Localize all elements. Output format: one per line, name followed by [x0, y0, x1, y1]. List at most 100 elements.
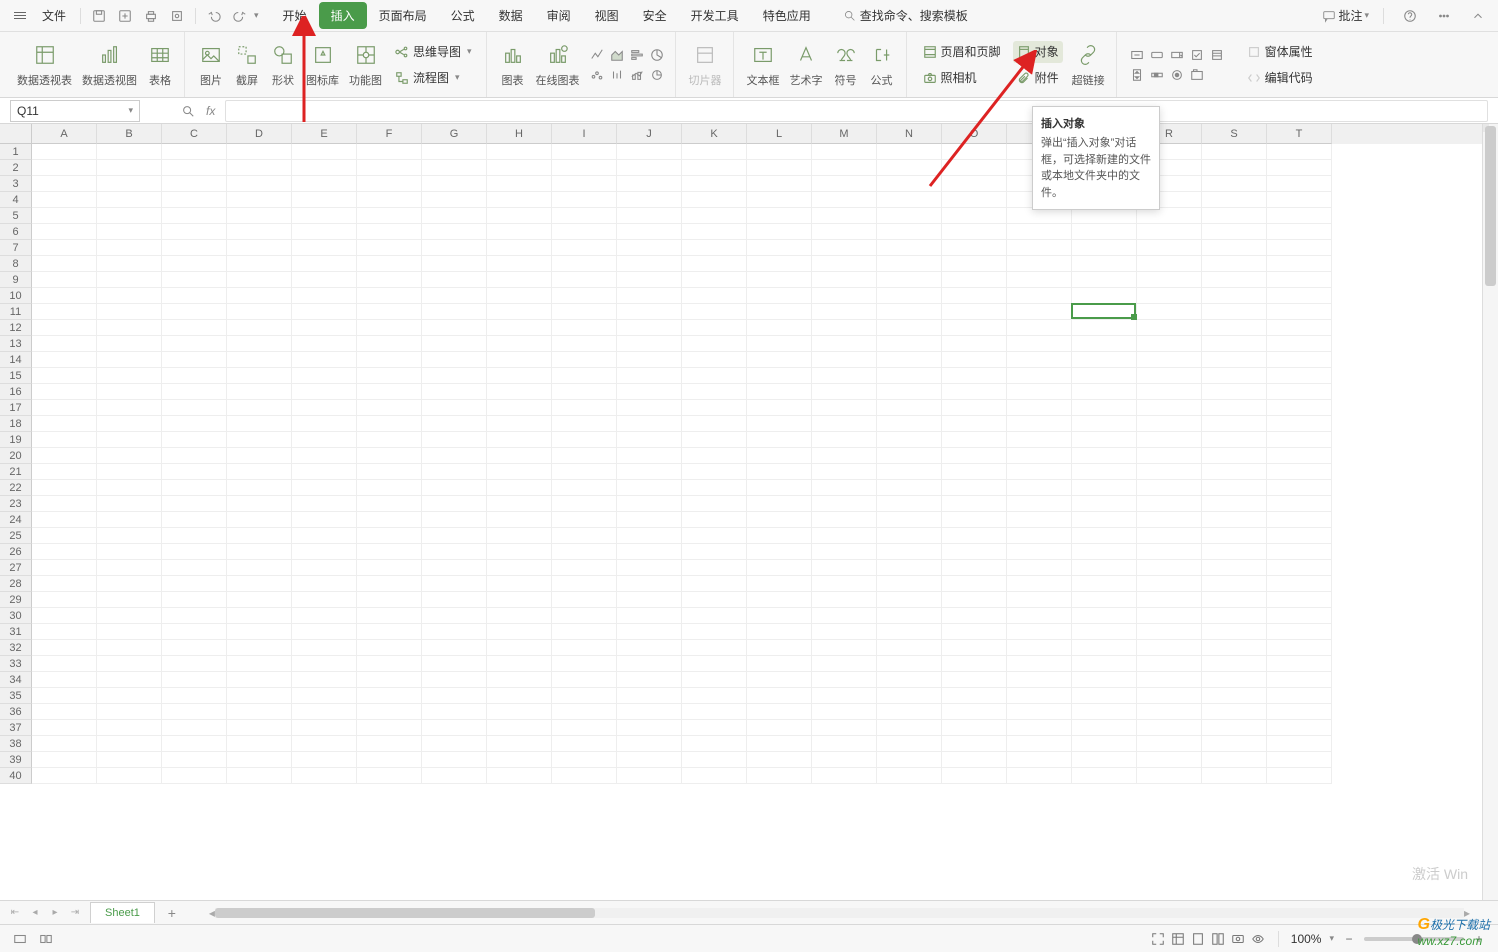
- row-header[interactable]: 35: [0, 688, 32, 704]
- column-header[interactable]: J: [617, 124, 682, 144]
- eye-view-icon[interactable]: [1250, 931, 1266, 947]
- table-button[interactable]: 表格: [142, 37, 178, 93]
- scatter-chart-icon[interactable]: [589, 67, 605, 83]
- save-as-icon[interactable]: [113, 4, 137, 28]
- row-header[interactable]: 14: [0, 352, 32, 368]
- row-header[interactable]: 28: [0, 576, 32, 592]
- bar-chart-icon[interactable]: [629, 47, 645, 63]
- print-icon[interactable]: [139, 4, 163, 28]
- row-header[interactable]: 23: [0, 496, 32, 512]
- row-header[interactable]: 27: [0, 560, 32, 576]
- status-icon-2[interactable]: [38, 931, 54, 947]
- page-break-view-icon[interactable]: [1210, 931, 1226, 947]
- sheet-last-icon[interactable]: ⇥: [68, 906, 82, 920]
- vertical-scrollbar[interactable]: [1482, 124, 1498, 924]
- column-header[interactable]: I: [552, 124, 617, 144]
- row-header[interactable]: 8: [0, 256, 32, 272]
- row-header[interactable]: 29: [0, 592, 32, 608]
- header-footer-button[interactable]: 页眉和页脚: [919, 41, 1005, 63]
- row-header[interactable]: 19: [0, 432, 32, 448]
- row-header[interactable]: 39: [0, 752, 32, 768]
- more-icon[interactable]: [1432, 4, 1456, 28]
- fx-icon[interactable]: fx: [206, 104, 215, 118]
- tab-start[interactable]: 开始: [271, 2, 319, 29]
- row-header[interactable]: 24: [0, 512, 32, 528]
- row-header[interactable]: 9: [0, 272, 32, 288]
- row-header[interactable]: 13: [0, 336, 32, 352]
- row-header[interactable]: 36: [0, 704, 32, 720]
- row-header[interactable]: 2: [0, 160, 32, 176]
- form-combo-icon[interactable]: [1169, 47, 1185, 63]
- zoom-level[interactable]: 100%: [1291, 932, 1322, 946]
- save-icon[interactable]: [87, 4, 111, 28]
- online-chart-button[interactable]: 在线图表: [531, 37, 585, 93]
- row-header[interactable]: 34: [0, 672, 32, 688]
- column-header[interactable]: L: [747, 124, 812, 144]
- combo-chart-icon[interactable]: [629, 67, 645, 83]
- column-header[interactable]: N: [877, 124, 942, 144]
- more-charts-icon[interactable]: [649, 67, 665, 83]
- redo-icon[interactable]: [228, 4, 252, 28]
- column-header[interactable]: B: [97, 124, 162, 144]
- column-header[interactable]: A: [32, 124, 97, 144]
- row-header[interactable]: 22: [0, 480, 32, 496]
- row-header[interactable]: 15: [0, 368, 32, 384]
- wordart-button[interactable]: 艺术字: [785, 37, 828, 93]
- tab-view[interactable]: 视图: [583, 2, 631, 29]
- tab-special[interactable]: 特色应用: [751, 2, 823, 29]
- row-header[interactable]: 30: [0, 608, 32, 624]
- tab-formula[interactable]: 公式: [439, 2, 487, 29]
- screenshot-button[interactable]: 截屏: [229, 37, 265, 93]
- flowchart-button[interactable]: 流程图▾: [391, 67, 476, 89]
- shapes-button[interactable]: 形状: [265, 37, 301, 93]
- row-headers[interactable]: 1234567891011121314151617181920212223242…: [0, 144, 32, 784]
- symbol-button[interactable]: 符号: [828, 37, 864, 93]
- icon-library-button[interactable]: 图标库: [301, 37, 344, 93]
- form-label-icon[interactable]: [1129, 47, 1145, 63]
- column-header[interactable]: F: [357, 124, 422, 144]
- cells-area[interactable]: [32, 144, 1482, 924]
- column-header[interactable]: O: [942, 124, 1007, 144]
- row-header[interactable]: 6: [0, 224, 32, 240]
- tab-page-layout[interactable]: 页面布局: [367, 2, 439, 29]
- line-chart-icon[interactable]: [589, 47, 605, 63]
- row-header[interactable]: 40: [0, 768, 32, 784]
- add-sheet-button[interactable]: +: [163, 904, 181, 922]
- row-header[interactable]: 4: [0, 192, 32, 208]
- column-header[interactable]: H: [487, 124, 552, 144]
- row-header[interactable]: 18: [0, 416, 32, 432]
- row-header[interactable]: 38: [0, 736, 32, 752]
- row-header[interactable]: 5: [0, 208, 32, 224]
- attachment-button[interactable]: 附件: [1013, 67, 1063, 89]
- undo-icon[interactable]: [202, 4, 226, 28]
- column-header[interactable]: C: [162, 124, 227, 144]
- form-list-icon[interactable]: [1209, 47, 1225, 63]
- zoom-fx-icon[interactable]: [180, 103, 196, 119]
- column-header[interactable]: D: [227, 124, 292, 144]
- column-header[interactable]: E: [292, 124, 357, 144]
- pivot-chart-button[interactable]: 数据透视图: [77, 37, 142, 93]
- search-input[interactable]: 查找命令、搜索模板: [843, 7, 968, 24]
- row-header[interactable]: 10: [0, 288, 32, 304]
- select-all-corner[interactable]: [0, 124, 32, 144]
- file-menu[interactable]: 文件: [34, 3, 74, 28]
- object-button[interactable]: 对象: [1013, 41, 1063, 63]
- qat-dropdown[interactable]: ▾: [254, 10, 259, 21]
- row-header[interactable]: 21: [0, 464, 32, 480]
- row-header[interactable]: 20: [0, 448, 32, 464]
- sheet-tab-active[interactable]: Sheet1: [90, 902, 155, 923]
- help-icon[interactable]: [1398, 4, 1422, 28]
- column-header[interactable]: S: [1202, 124, 1267, 144]
- reading-view-icon[interactable]: [1230, 931, 1246, 947]
- horizontal-scroll-thumb[interactable]: [215, 908, 595, 918]
- feature-chart-button[interactable]: 功能图: [344, 37, 387, 93]
- form-group-icon[interactable]: [1189, 67, 1205, 83]
- row-header[interactable]: 16: [0, 384, 32, 400]
- row-header[interactable]: 3: [0, 176, 32, 192]
- form-button-icon[interactable]: [1149, 47, 1165, 63]
- form-scrollbar-icon[interactable]: [1149, 67, 1165, 83]
- collapse-ribbon-icon[interactable]: [1466, 4, 1490, 28]
- horizontal-scrollbar[interactable]: ◂ ▸: [209, 907, 1470, 919]
- tab-data[interactable]: 数据: [487, 2, 535, 29]
- column-header[interactable]: M: [812, 124, 877, 144]
